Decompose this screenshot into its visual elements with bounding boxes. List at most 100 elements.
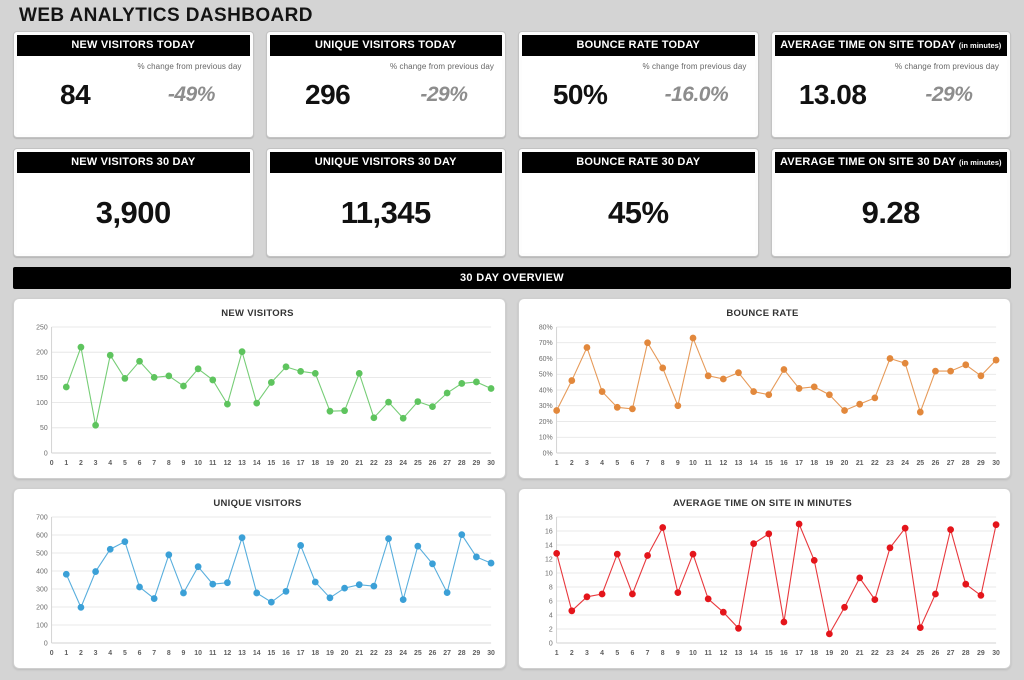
svg-text:22: 22 bbox=[871, 650, 879, 657]
chart-title: BOUNCE RATE bbox=[726, 308, 799, 319]
kpi-row-30day: NEW VISITORS 30 DAY 3,900 UNIQUE VISITOR… bbox=[13, 148, 1011, 257]
kpi-card-avg-time-today[interactable]: AVERAGE TIME ON SITE TODAY (in minutes) … bbox=[770, 31, 1011, 138]
svg-text:11: 11 bbox=[705, 650, 712, 657]
svg-text:12: 12 bbox=[719, 460, 727, 467]
svg-text:300: 300 bbox=[36, 586, 48, 593]
svg-text:6: 6 bbox=[138, 460, 142, 467]
kpi-value: 84 bbox=[60, 79, 91, 110]
svg-text:3: 3 bbox=[94, 460, 98, 467]
svg-text:23: 23 bbox=[886, 650, 894, 657]
svg-text:29: 29 bbox=[977, 650, 985, 657]
kpi-card-unique-visitors-30day[interactable]: UNIQUE VISITORS 30 DAY 11,345 bbox=[265, 148, 506, 257]
svg-text:21: 21 bbox=[355, 460, 363, 467]
svg-text:26: 26 bbox=[429, 650, 437, 657]
svg-text:11: 11 bbox=[209, 650, 216, 657]
svg-text:16: 16 bbox=[282, 650, 290, 657]
svg-text:0: 0 bbox=[549, 640, 553, 647]
kpi-value: 50% bbox=[552, 79, 608, 110]
svg-text:14: 14 bbox=[750, 650, 758, 657]
kpi-card-bounce-rate-30day[interactable]: BOUNCE RATE 30 DAY 45% bbox=[518, 148, 759, 257]
chart-title: NEW VISITORS bbox=[221, 308, 294, 319]
svg-text:20%: 20% bbox=[539, 419, 553, 426]
kpi-title: AVERAGE TIME ON SITE 30 DAY bbox=[779, 156, 956, 168]
svg-text:500: 500 bbox=[36, 550, 48, 557]
svg-text:100: 100 bbox=[36, 400, 48, 407]
kpi-body: 45% bbox=[522, 173, 755, 253]
svg-text:3: 3 bbox=[585, 650, 589, 657]
svg-text:28: 28 bbox=[458, 460, 466, 467]
svg-text:28: 28 bbox=[458, 650, 466, 657]
svg-text:5: 5 bbox=[615, 460, 619, 467]
kpi-body: 11,345 bbox=[269, 173, 502, 253]
svg-text:200: 200 bbox=[36, 604, 48, 611]
svg-text:200: 200 bbox=[36, 350, 48, 357]
svg-text:25: 25 bbox=[916, 460, 924, 467]
svg-text:9: 9 bbox=[676, 650, 680, 657]
svg-text:6: 6 bbox=[630, 650, 634, 657]
svg-text:6: 6 bbox=[549, 598, 553, 605]
svg-text:7: 7 bbox=[646, 460, 650, 467]
kpi-card-unique-visitors-today[interactable]: UNIQUE VISITORS TODAY % change from prev… bbox=[265, 31, 506, 138]
svg-text:23: 23 bbox=[385, 460, 393, 467]
svg-text:8: 8 bbox=[549, 584, 553, 591]
chart-card-unique-visitors[interactable]: UNIQUE VISITORS 0 100 200 300 400 500 600 700 0 1… bbox=[13, 488, 506, 669]
kpi-change-label: % change from previous day bbox=[895, 62, 999, 71]
svg-text:24: 24 bbox=[901, 460, 909, 467]
kpi-header: BOUNCE RATE TODAY bbox=[522, 35, 755, 56]
kpi-card-avg-time-30day[interactable]: AVERAGE TIME ON SITE 30 DAY (in minutes)… bbox=[770, 148, 1011, 257]
kpi-body: 3,900 bbox=[17, 173, 250, 253]
svg-text:10: 10 bbox=[194, 650, 202, 657]
svg-text:8: 8 bbox=[661, 460, 665, 467]
kpi-body: % change from previous day 50% -16.0% bbox=[522, 56, 755, 134]
svg-text:22: 22 bbox=[370, 460, 378, 467]
svg-text:19: 19 bbox=[826, 460, 834, 467]
kpi-title-suffix: (in minutes) bbox=[959, 158, 1002, 167]
chart-card-avg-time[interactable]: AVERAGE TIME ON SITE IN MINUTES 0 2 4 6 8 10 1… bbox=[518, 488, 1011, 669]
svg-text:29: 29 bbox=[473, 650, 481, 657]
kpi-delta: -29% bbox=[420, 83, 468, 106]
svg-text:5: 5 bbox=[123, 650, 127, 657]
svg-text:10: 10 bbox=[689, 650, 697, 657]
svg-text:2: 2 bbox=[570, 460, 574, 467]
chart-card-new-visitors[interactable]: NEW VISITORS 0 50 100 150 200 250 0 1 2 3 4 5 6 7 8 9 10… bbox=[13, 298, 506, 479]
kpi-body: % change from previous day 13.08 -29% bbox=[774, 56, 1007, 134]
chart-card-bounce-rate[interactable]: BOUNCE RATE 0% 10% 20% 30% 40% 50% 60% 70% 80% 1 2… bbox=[518, 298, 1011, 479]
svg-text:10: 10 bbox=[194, 460, 202, 467]
svg-text:0: 0 bbox=[44, 450, 48, 457]
svg-text:30: 30 bbox=[992, 460, 1000, 467]
svg-text:5: 5 bbox=[615, 650, 619, 657]
svg-text:150: 150 bbox=[36, 375, 48, 382]
svg-text:400: 400 bbox=[36, 568, 48, 575]
kpi-header: AVERAGE TIME ON SITE TODAY (in minutes) bbox=[774, 35, 1007, 56]
svg-text:13: 13 bbox=[238, 460, 246, 467]
svg-text:18: 18 bbox=[545, 514, 553, 521]
kpi-card-new-visitors-today[interactable]: NEW VISITORS TODAY % change from previou… bbox=[13, 31, 254, 138]
svg-text:22: 22 bbox=[370, 650, 378, 657]
svg-text:40%: 40% bbox=[539, 387, 553, 394]
kpi-title: UNIQUE VISITORS TODAY bbox=[314, 39, 457, 51]
kpi-value: 3,900 bbox=[95, 195, 172, 230]
kpi-header: BOUNCE RATE 30 DAY bbox=[522, 152, 755, 173]
svg-text:20: 20 bbox=[341, 460, 349, 467]
svg-text:20: 20 bbox=[341, 650, 349, 657]
svg-text:16: 16 bbox=[780, 650, 788, 657]
kpi-title: BOUNCE RATE TODAY bbox=[576, 39, 701, 51]
svg-text:19: 19 bbox=[826, 650, 834, 657]
svg-text:1: 1 bbox=[555, 650, 559, 657]
svg-text:7: 7 bbox=[646, 650, 650, 657]
kpi-card-bounce-rate-today[interactable]: BOUNCE RATE TODAY % change from previous… bbox=[518, 31, 759, 138]
svg-text:0: 0 bbox=[50, 460, 54, 467]
kpi-title-suffix: (in minutes) bbox=[958, 41, 1002, 50]
svg-text:21: 21 bbox=[856, 460, 864, 467]
svg-text:14: 14 bbox=[253, 650, 261, 657]
kpi-header: NEW VISITORS 30 DAY bbox=[17, 152, 250, 173]
svg-text:13: 13 bbox=[735, 460, 743, 467]
kpi-card-new-visitors-30day[interactable]: NEW VISITORS 30 DAY 3,900 bbox=[13, 148, 254, 257]
svg-text:13: 13 bbox=[735, 650, 743, 657]
svg-text:6: 6 bbox=[630, 460, 634, 467]
svg-text:4: 4 bbox=[549, 612, 553, 619]
svg-text:10%: 10% bbox=[539, 435, 553, 442]
svg-text:26: 26 bbox=[932, 460, 940, 467]
kpi-header: NEW VISITORS TODAY bbox=[17, 35, 250, 56]
svg-text:80%: 80% bbox=[539, 324, 553, 331]
